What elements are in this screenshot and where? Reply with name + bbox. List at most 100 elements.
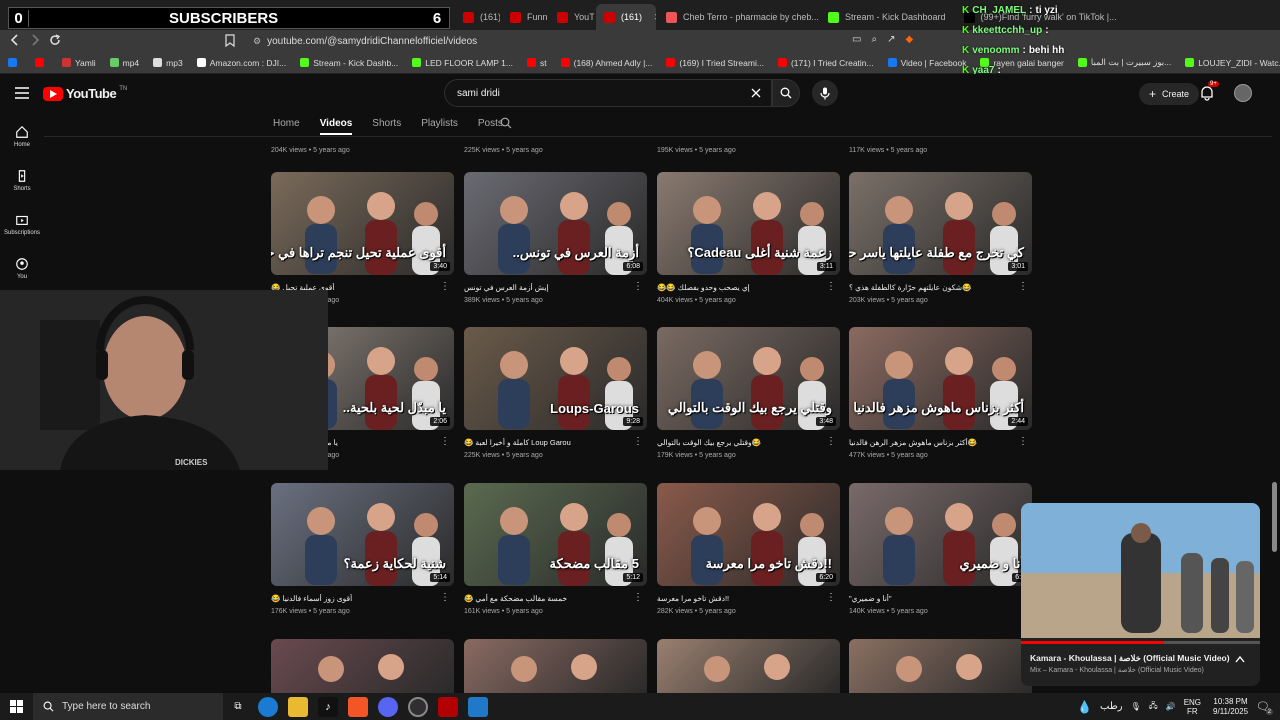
video-title[interactable]: 😂أكثر بزناس ماهوش مزهر الرهن فالدنيا	[849, 438, 1032, 448]
filezilla-icon[interactable]	[438, 696, 458, 717]
video-card[interactable]	[464, 639, 647, 693]
video-thumbnail[interactable]: كي تخرج مع طفلة عايلتها ياسر حرّارة 3:01	[849, 172, 1032, 275]
reload-icon[interactable]	[48, 33, 62, 47]
video-thumbnail[interactable]	[464, 639, 647, 693]
forward-icon[interactable]	[28, 33, 42, 47]
video-card[interactable]: أزمة العرس في تونس.. 6:08 إيش أزمة العرس ف…	[464, 172, 647, 304]
share-icon[interactable]: ↗	[887, 34, 895, 45]
channel-search-icon[interactable]	[500, 117, 512, 129]
clock[interactable]: 10:38 PM 9/11/2025	[1213, 697, 1248, 717]
bookmark-item[interactable]: mp3	[153, 58, 183, 68]
video-title[interactable]: Loup Garou كاملة و أخيرا لعبة 😂	[464, 438, 647, 448]
more-options-icon[interactable]: ⋮	[826, 437, 836, 447]
tab-shorts[interactable]: Shorts	[372, 118, 401, 135]
video-title[interactable]: إيش أزمة العرس في تونس	[464, 283, 647, 293]
bookmark-item[interactable]: Yamli	[62, 58, 96, 68]
sidebar-item-shorts[interactable]: Shorts	[0, 158, 44, 202]
video-title[interactable]: 😂وقتلي يرجع بيك الوقت بالتوالي	[657, 438, 840, 448]
tab-home[interactable]: Home	[273, 118, 300, 135]
video-card[interactable]: 5 مقالب مضحكة 5:12 خمسة مقالب مضحكة مع أمي…	[464, 483, 647, 615]
video-card[interactable]: شنية لحكاية زعمة؟ 5:14 أقوى زوز أسماء فالد…	[271, 483, 454, 615]
tiktok-icon[interactable]: ♪	[318, 696, 338, 717]
notification-center-icon[interactable]: 🗨 2	[1256, 700, 1273, 715]
bookmark-item[interactable]: st	[527, 58, 547, 68]
tab-playlists[interactable]: Playlists	[421, 118, 458, 135]
language-indicator[interactable]: ENG FR	[1184, 698, 1201, 716]
more-options-icon[interactable]: ⋮	[1018, 282, 1028, 292]
browser-tab[interactable]: Funny 19...	[502, 4, 547, 30]
video-title[interactable]: خمسة مقالب مضحكة مع أمي 😂	[464, 594, 647, 604]
brave-icon[interactable]	[348, 696, 368, 717]
create-button[interactable]: + Create	[1139, 83, 1200, 105]
site-info-icon[interactable]: ⚙	[253, 36, 261, 47]
miniplayer-expand-icon[interactable]	[1235, 655, 1245, 663]
video-card[interactable]	[849, 639, 1032, 693]
video-thumbnail[interactable]: Loups-Garous 9:28	[464, 327, 647, 430]
browser-tab[interactable]: YouTube - الدريدي	[549, 4, 594, 30]
bookmark-item[interactable]: Stream - Kick Dashb...	[300, 58, 398, 68]
task-view-icon[interactable]: ⧉	[228, 697, 248, 717]
edge-icon[interactable]	[258, 696, 278, 717]
taskbar-search[interactable]: Type here to search	[33, 693, 223, 720]
bookmark-item[interactable]: بوز سبيرت | بت المبا...	[1077, 57, 1171, 68]
video-title[interactable]: أقوى زوز أسماء فالدنيا 😂	[271, 594, 454, 604]
video-card[interactable]: أنا و ضميري6:0 "أنا و ضميري" 140K views • …	[849, 483, 1032, 615]
search-button[interactable]	[772, 79, 800, 107]
miniplayer[interactable]: Kamara - Khoulassa | خلاصة (Official Mus…	[1021, 503, 1260, 686]
video-thumbnail[interactable]: أكثر بزناس ماهوش مزهر فالدنيا 2:44	[849, 327, 1032, 430]
voice-search-button[interactable]	[812, 80, 838, 106]
video-title[interactable]: 😂شكون عايلتهم حرّارة كالطفلة هذي ؟	[849, 283, 1032, 293]
vscode-icon[interactable]	[468, 696, 488, 717]
more-options-icon[interactable]: ⋮	[633, 282, 643, 292]
file-explorer-icon[interactable]	[288, 696, 308, 717]
miniplayer-progress[interactable]	[1021, 641, 1260, 644]
cast-icon[interactable]: ▭	[852, 34, 861, 45]
page-scrollbar-thumb[interactable]	[1272, 482, 1277, 552]
close-tab-icon[interactable]: ✕	[654, 12, 656, 23]
search-input[interactable]: sami dridi	[444, 79, 772, 107]
video-thumbnail[interactable]: شنية لحكاية زعمة؟ 5:14	[271, 483, 454, 586]
video-title[interactable]: "أنا و ضميري"	[849, 594, 1032, 604]
bookmark-item[interactable]: LOUJEY_ZIDI - Watc...	[1185, 58, 1280, 68]
more-options-icon[interactable]: ⋮	[440, 593, 450, 603]
url-field[interactable]: ⚙ youtube.com/@samydridiChannelofficiel/…	[245, 32, 855, 50]
video-card[interactable]: أقوى عملية تحيل تنجم تراها في حياتك 3:40أ…	[271, 172, 454, 304]
sidebar-item-home[interactable]: Home	[0, 114, 44, 158]
bookmark-item[interactable]: (171) I Tried Creatin...	[777, 58, 874, 68]
more-options-icon[interactable]: ⋮	[826, 593, 836, 603]
microphone-tray-icon[interactable]: 🎙	[1131, 702, 1141, 711]
bookmark-item[interactable]	[35, 58, 48, 67]
video-card[interactable]: وقتلي يرجع بيك الوقت بالتوالي 3:48 😂وقتلي …	[657, 327, 840, 459]
video-title[interactable]: إي يصحب وحدو بفصلك 😂😂	[657, 283, 840, 293]
clear-search-icon[interactable]	[751, 88, 761, 98]
video-thumbnail[interactable]	[657, 639, 840, 693]
video-thumbnail[interactable]: أزمة العرس في تونس.. 6:08	[464, 172, 647, 275]
sidebar-item-subscriptions[interactable]: Subscriptions	[0, 202, 44, 246]
video-card[interactable]	[271, 639, 454, 693]
bookmark-item[interactable]: Video | Facebook	[887, 58, 966, 68]
video-thumbnail[interactable]: زعمة شنية أغلى Cadeau؟ 3:11	[657, 172, 840, 275]
discord-icon[interactable]	[378, 696, 398, 717]
video-thumbnail[interactable]: وقتلي يرجع بيك الوقت بالتوالي 3:48	[657, 327, 840, 430]
bookmark-star-icon[interactable]	[224, 34, 236, 47]
tab-videos[interactable]: Videos	[319, 118, 353, 135]
zoom-icon[interactable]: ⌕	[871, 34, 877, 45]
more-options-icon[interactable]: ⋮	[633, 437, 643, 447]
back-icon[interactable]	[8, 33, 22, 47]
bookmark-item[interactable]: (168) Ahmed Adly |...	[560, 58, 652, 68]
notifications-bell-icon[interactable]: 9+	[1200, 81, 1219, 101]
video-card[interactable]: أكثر بزناس ماهوش مزهر فالدنيا 2:44 😂أكثر ب…	[849, 327, 1032, 459]
video-thumbnail[interactable]: أنا و ضميري6:0	[849, 483, 1032, 586]
sidebar-item-you[interactable]: You	[0, 246, 44, 290]
volume-icon[interactable]: 🔊	[1166, 702, 1176, 711]
video-title[interactable]: !!دقش تاخو مرا معرسة	[657, 594, 840, 604]
weather-icon[interactable]: 💧	[1077, 700, 1092, 714]
video-thumbnail[interactable]	[849, 639, 1032, 693]
brave-shield-icon[interactable]: ◆	[905, 34, 913, 45]
account-avatar[interactable]	[1234, 84, 1252, 102]
video-thumbnail[interactable]	[271, 639, 454, 693]
more-options-icon[interactable]: ⋮	[633, 593, 643, 603]
more-options-icon[interactable]: ⋮	[440, 282, 450, 292]
browser-tab[interactable]: (161) ✕	[596, 4, 656, 30]
bookmark-item[interactable]: LED FLOOR LAMP 1...	[412, 58, 513, 68]
